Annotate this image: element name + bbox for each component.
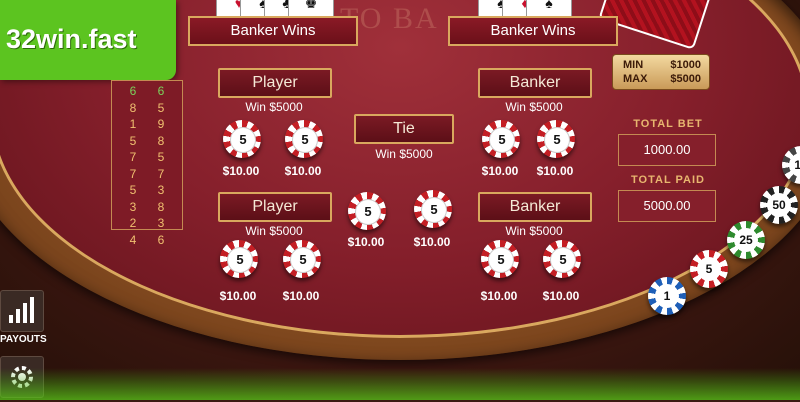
chip-value: 1 — [655, 284, 679, 308]
bet-area-player-bottom[interactable]: Player Win $5000 — [214, 192, 334, 238]
payouts-button[interactable] — [0, 290, 44, 332]
history-scoreboard: 6 8 1 5 7 7 5 3 2 4 6 5 9 8 5 7 3 8 3 6 — [111, 80, 183, 247]
chip-value: 5 — [550, 247, 576, 273]
history-entry: 3 — [157, 216, 165, 230]
history-entry: 8 — [157, 133, 165, 148]
player-label: Player — [218, 192, 332, 222]
history-entry: 8 — [129, 100, 137, 115]
win-amount: Win $5000 — [245, 100, 303, 114]
bet-chip[interactable]: 5 — [223, 120, 261, 158]
chip-value: 5 — [544, 127, 570, 153]
tie-label: Tie — [354, 114, 454, 144]
chip-selector-50[interactable]: 50 — [760, 186, 798, 224]
chip-value: 5 — [697, 257, 721, 281]
bet-amount: $10.00 — [347, 235, 385, 249]
bet-area-banker-bottom[interactable]: Banker Win $5000 — [474, 192, 594, 238]
bet-amount: $10.00 — [219, 289, 257, 303]
history-entry: 6 — [129, 84, 137, 98]
bet-chip[interactable]: 5 — [543, 240, 581, 278]
banker-label: Banker — [478, 192, 592, 222]
chip-value: 5 — [292, 127, 318, 153]
total-paid-value: 5000.00 — [618, 190, 716, 222]
history-entry: 7 — [129, 150, 137, 164]
win-amount: Win $5000 — [375, 147, 433, 161]
logo-text: 32win.fast — [6, 24, 137, 54]
win-amount: Win $5000 — [505, 100, 563, 114]
chip-value: 5 — [489, 127, 515, 153]
history-entry: 5 — [157, 100, 165, 115]
bar-chart-icon — [9, 297, 34, 323]
bet-chip[interactable]: 5 — [414, 190, 452, 228]
bet-amount: $10.00 — [284, 164, 322, 178]
chip-value: 5 — [230, 127, 256, 153]
history-entry: 3 — [129, 199, 137, 214]
bottom-highlight-bar — [0, 368, 800, 400]
payouts-label: PAYOUTS — [0, 334, 47, 345]
chip-value: 50 — [767, 193, 791, 217]
bet-chip[interactable]: 5 — [481, 240, 519, 278]
bet-chip[interactable]: 5 — [220, 240, 258, 278]
result-banner-right: Banker Wins — [448, 16, 618, 46]
history-column-left: 6 8 1 5 7 7 5 3 2 4 — [122, 83, 144, 248]
history-entry: 5 — [129, 183, 137, 197]
chip-value: 25 — [734, 228, 758, 252]
bet-chip[interactable]: 5 — [348, 192, 386, 230]
chip-selector-25[interactable]: 25 — [727, 221, 765, 259]
win-amount: Win $5000 — [245, 224, 303, 238]
bet-area-player-top[interactable]: Player Win $5000 — [214, 68, 334, 114]
bet-amount: $10.00 — [536, 164, 574, 178]
total-bet-label: TOTAL BET — [633, 118, 703, 130]
bet-amount: $10.00 — [282, 289, 320, 303]
bet-area-tie[interactable]: Tie Win $5000 — [344, 114, 464, 161]
history-entry: 4 — [129, 232, 137, 247]
max-label: MAX — [623, 73, 648, 85]
history-entry: 7 — [129, 166, 137, 181]
history-entry: 1 — [129, 117, 137, 131]
min-label: MIN — [623, 59, 644, 71]
bet-chip[interactable]: 5 — [283, 240, 321, 278]
chip-value: 5 — [290, 247, 316, 273]
bet-amount: $10.00 — [480, 289, 518, 303]
chip-selector-1[interactable]: 1 — [648, 277, 686, 315]
win-amount: Win $5000 — [505, 224, 563, 238]
bet-chip[interactable]: 5 — [537, 120, 575, 158]
chip-value: 5 — [355, 199, 381, 225]
history-column-right: 6 5 9 8 5 7 3 8 3 6 — [150, 83, 172, 248]
history-entry: 9 — [157, 117, 165, 131]
bet-amount: $10.00 — [481, 164, 519, 178]
bet-area-banker-top[interactable]: Banker Win $5000 — [474, 68, 594, 114]
banker-label: Banker — [478, 68, 592, 98]
chip-selector-5[interactable]: 5 — [690, 250, 728, 288]
history-entry: 2 — [129, 216, 137, 230]
history-entry: 5 — [157, 150, 165, 164]
total-bet-value: 1000.00 — [618, 134, 716, 166]
bet-amount: $10.00 — [542, 289, 580, 303]
table-limits: MIN $1000 MAX $5000 — [612, 54, 710, 90]
bet-chip[interactable]: 5 — [285, 120, 323, 158]
bet-chip[interactable]: 5 — [482, 120, 520, 158]
chip-value: 5 — [488, 247, 514, 273]
max-value: $5000 — [670, 73, 701, 85]
chip-value: 10 — [789, 153, 800, 177]
total-paid-label: TOTAL PAID — [631, 174, 705, 186]
history-entry: 8 — [157, 199, 165, 214]
history-entry: 3 — [157, 183, 165, 197]
history-entry: 6 — [157, 84, 165, 98]
min-value: $1000 — [670, 59, 701, 71]
chip-value: 5 — [227, 247, 253, 273]
history-entry: 7 — [157, 166, 165, 181]
history-entry: 6 — [157, 232, 165, 247]
chip-value: 5 — [421, 197, 447, 223]
bet-amount: $10.00 — [413, 235, 451, 249]
player-label: Player — [218, 68, 332, 98]
bet-amount: $10.00 — [222, 164, 260, 178]
history-entry: 5 — [129, 133, 137, 148]
brand-logo: 32win.fast — [0, 0, 176, 80]
result-banner-left: Banker Wins — [188, 16, 358, 46]
